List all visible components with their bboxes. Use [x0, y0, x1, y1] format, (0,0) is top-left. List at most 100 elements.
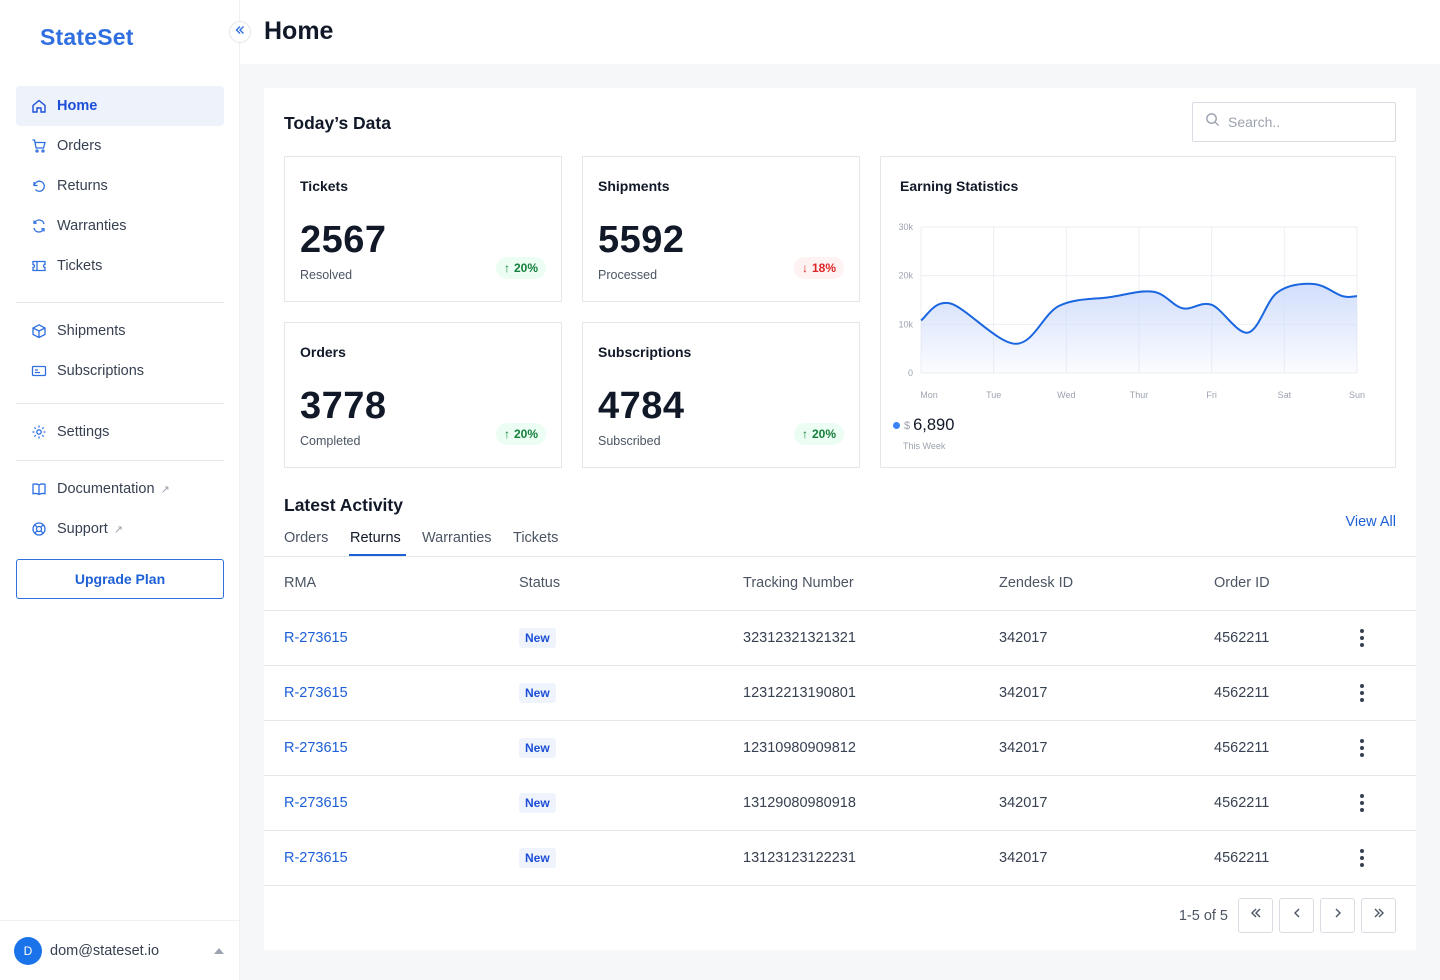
- card-subtitle: Completed: [300, 434, 361, 448]
- tracking-number: 32312321321321: [743, 610, 999, 666]
- sidebar-item-label: Warranties: [57, 218, 127, 234]
- card-subtitle: Processed: [598, 268, 658, 282]
- actions-cell: [1344, 720, 1416, 776]
- table-row[interactable]: R-273615 New 12310980909812 342017 45622…: [264, 720, 1416, 776]
- table-row[interactable]: R-273615 New 13123123122231 342017 45622…: [264, 830, 1416, 886]
- status-badge: New: [519, 682, 556, 703]
- actions-cell: [1344, 610, 1416, 666]
- tracking-number: 12312213190801: [743, 665, 999, 721]
- stat-card-tickets[interactable]: Tickets 2567 Resolved ↑ 20%: [284, 156, 562, 302]
- sidebar-item-shipments[interactable]: Shipments: [16, 311, 224, 351]
- x-tick-label: Sat: [1278, 390, 1292, 400]
- search-input[interactable]: [1228, 114, 1378, 130]
- status-badge: New: [519, 627, 556, 648]
- nav-settings: Settings: [16, 412, 224, 452]
- prev-page-button[interactable]: [1279, 898, 1314, 933]
- arrow-up-icon: ↑: [503, 261, 510, 275]
- caret-up-icon[interactable]: [214, 948, 224, 954]
- kebab-menu-icon[interactable]: [1352, 738, 1372, 758]
- kebab-menu-icon[interactable]: [1352, 848, 1372, 868]
- stat-card-orders[interactable]: Orders 3778 Completed ↑ 20%: [284, 322, 562, 468]
- kebab-menu-icon[interactable]: [1352, 628, 1372, 648]
- collapse-sidebar-button[interactable]: [229, 21, 251, 43]
- currency-symbol: $: [904, 419, 911, 432]
- card-value: 3778: [300, 385, 387, 427]
- chart-title: Earning Statistics: [900, 178, 1019, 194]
- box-icon: [30, 323, 47, 340]
- kebab-menu-icon[interactable]: [1352, 793, 1372, 813]
- sidebar-item-home[interactable]: Home: [16, 86, 224, 126]
- sidebar: StateSet Home Orders Returns Warranties …: [0, 0, 240, 980]
- sidebar-item-orders[interactable]: Orders: [16, 126, 224, 166]
- lifebuoy-icon: [30, 521, 47, 538]
- rma-link[interactable]: R-273615: [264, 775, 519, 831]
- external-link-icon: ↗: [160, 483, 170, 496]
- order-id: 4562211: [1214, 610, 1344, 666]
- x-tick-label: Fri: [1206, 390, 1217, 400]
- table-row[interactable]: R-273615 New 32312321321321 342017 45622…: [264, 610, 1416, 666]
- x-tick-label: Wed: [1057, 390, 1075, 400]
- order-id: 4562211: [1214, 775, 1344, 831]
- table-row[interactable]: R-273615 New 13129080980918 342017 45622…: [264, 775, 1416, 831]
- column-header-rma[interactable]: RMA: [264, 557, 519, 611]
- order-id: 4562211: [1214, 665, 1344, 721]
- app-logo[interactable]: StateSet: [40, 24, 134, 51]
- tracking-number: 12310980909812: [743, 720, 999, 776]
- returns-table: RMA Status Tracking Number Zendesk ID Or…: [264, 557, 1416, 886]
- tracking-number: 13129080980918: [743, 775, 999, 831]
- sidebar-item-documentation[interactable]: Documentation ↗: [16, 469, 224, 509]
- page-title: Home: [264, 17, 334, 45]
- card-subtitle: Subscribed: [598, 434, 661, 448]
- rma-link[interactable]: R-273615: [264, 610, 519, 666]
- status-cell: New: [519, 775, 743, 831]
- card-title: Shipments: [598, 178, 670, 194]
- search-box: [1192, 102, 1396, 142]
- tab-tickets[interactable]: Tickets: [513, 530, 558, 546]
- table-row[interactable]: R-273615 New 12312213190801 342017 45622…: [264, 665, 1416, 721]
- column-header-status[interactable]: Status: [519, 557, 743, 611]
- kebab-menu-icon[interactable]: [1352, 683, 1372, 703]
- column-header-order[interactable]: Order ID: [1214, 557, 1344, 611]
- stat-card-subscriptions[interactable]: Subscriptions 4784 Subscribed ↑ 20%: [582, 322, 860, 468]
- sidebar-item-settings[interactable]: Settings: [16, 412, 224, 452]
- user-menu[interactable]: D dom@stateset.io: [0, 920, 240, 980]
- sidebar-item-support[interactable]: Support ↗: [16, 509, 224, 549]
- first-page-button[interactable]: [1238, 898, 1273, 933]
- sidebar-item-label: Settings: [57, 424, 110, 440]
- sidebar-item-warranties[interactable]: Warranties: [16, 206, 224, 246]
- rma-link[interactable]: R-273615: [264, 665, 519, 721]
- zendesk-id: 342017: [999, 775, 1214, 831]
- ticket-icon: [30, 258, 47, 275]
- column-header-actions: [1344, 557, 1416, 611]
- rma-link[interactable]: R-273615: [264, 720, 519, 776]
- double-chevron-right-icon: [1372, 906, 1386, 925]
- earnings-chart: 0 10k 20k 30k Mon Tue Wed Thur Fri Sat Sun: [898, 222, 1365, 400]
- tab-warranties[interactable]: Warranties: [422, 530, 492, 546]
- sidebar-item-label: Shipments: [57, 323, 126, 339]
- actions-cell: [1344, 775, 1416, 831]
- nav-divider: [16, 403, 224, 404]
- upgrade-plan-button[interactable]: Upgrade Plan: [16, 559, 224, 599]
- sidebar-item-label: Orders: [57, 138, 102, 154]
- column-header-tracking[interactable]: Tracking Number: [743, 557, 999, 611]
- next-page-button[interactable]: [1320, 898, 1355, 933]
- stat-card-shipments[interactable]: Shipments 5592 Processed ↓ 18%: [582, 156, 860, 302]
- sidebar-item-subscriptions[interactable]: Subscriptions: [16, 351, 224, 391]
- refresh-icon: [30, 218, 47, 235]
- sidebar-item-label: Tickets: [57, 258, 103, 274]
- zendesk-id: 342017: [999, 830, 1214, 886]
- tab-orders[interactable]: Orders: [284, 530, 328, 546]
- sidebar-item-tickets[interactable]: Tickets: [16, 246, 224, 286]
- rma-link[interactable]: R-273615: [264, 830, 519, 886]
- order-id: 4562211: [1214, 830, 1344, 886]
- x-tick-label: Thur: [1130, 390, 1149, 400]
- arrow-down-icon: ↓: [801, 261, 808, 275]
- tab-returns[interactable]: Returns: [350, 530, 401, 546]
- column-header-zendesk[interactable]: Zendesk ID: [999, 557, 1214, 611]
- actions-cell: [1344, 830, 1416, 886]
- last-page-button[interactable]: [1361, 898, 1396, 933]
- sidebar-item-label: Support: [57, 521, 108, 537]
- trend-badge: ↓ 18%: [793, 257, 844, 279]
- sidebar-item-returns[interactable]: Returns: [16, 166, 224, 206]
- chevron-right-icon: [1331, 906, 1345, 925]
